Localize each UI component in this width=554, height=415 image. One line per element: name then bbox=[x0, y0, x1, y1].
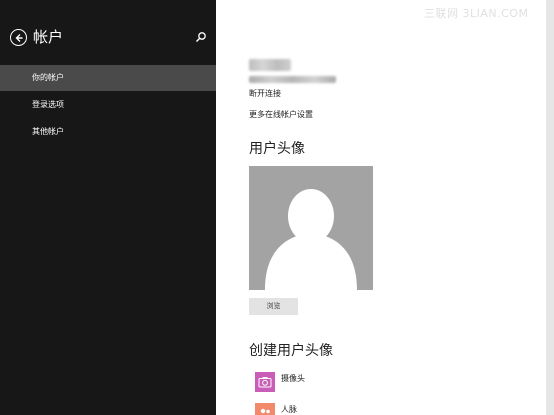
create-avatar-section-title: 创建用户头像 bbox=[249, 343, 333, 359]
more-online-settings-link[interactable]: 更多在线帐户设置 bbox=[249, 109, 313, 120]
sidebar-title: 帐户 bbox=[33, 28, 64, 46]
camera-option[interactable]: 摄像头 bbox=[255, 372, 405, 392]
default-user-icon bbox=[265, 189, 357, 290]
watermark: 三联网 3LIAN.COM bbox=[424, 7, 529, 20]
main-content: 断开连接 更多在线帐户设置 用户头像 浏览 创建用户头像 摄像头 人脉 bbox=[216, 0, 546, 415]
scrollbar[interactable] bbox=[546, 0, 554, 415]
people-option[interactable]: 人脉 bbox=[255, 403, 405, 415]
disconnect-link[interactable]: 断开连接 bbox=[249, 88, 281, 99]
sidebar-item-sign-in-options[interactable]: 登录选项 bbox=[0, 92, 216, 118]
sidebar: 帐户 你的帐户 登录选项 其他帐户 bbox=[0, 0, 216, 415]
search-icon[interactable] bbox=[195, 31, 207, 43]
people-label: 人脉 bbox=[281, 405, 297, 414]
people-icon bbox=[255, 403, 275, 415]
account-name-blurred bbox=[249, 59, 291, 71]
camera-label: 摄像头 bbox=[281, 374, 305, 383]
camera-icon bbox=[255, 372, 275, 392]
sidebar-item-your-account[interactable]: 你的帐户 bbox=[0, 65, 216, 91]
back-arrow-icon[interactable] bbox=[10, 29, 27, 46]
user-avatar bbox=[249, 166, 373, 290]
account-email-blurred bbox=[249, 76, 336, 83]
browse-button[interactable]: 浏览 bbox=[249, 298, 298, 315]
avatar-section-title: 用户头像 bbox=[249, 141, 305, 157]
sidebar-item-other-accounts[interactable]: 其他帐户 bbox=[0, 119, 216, 145]
